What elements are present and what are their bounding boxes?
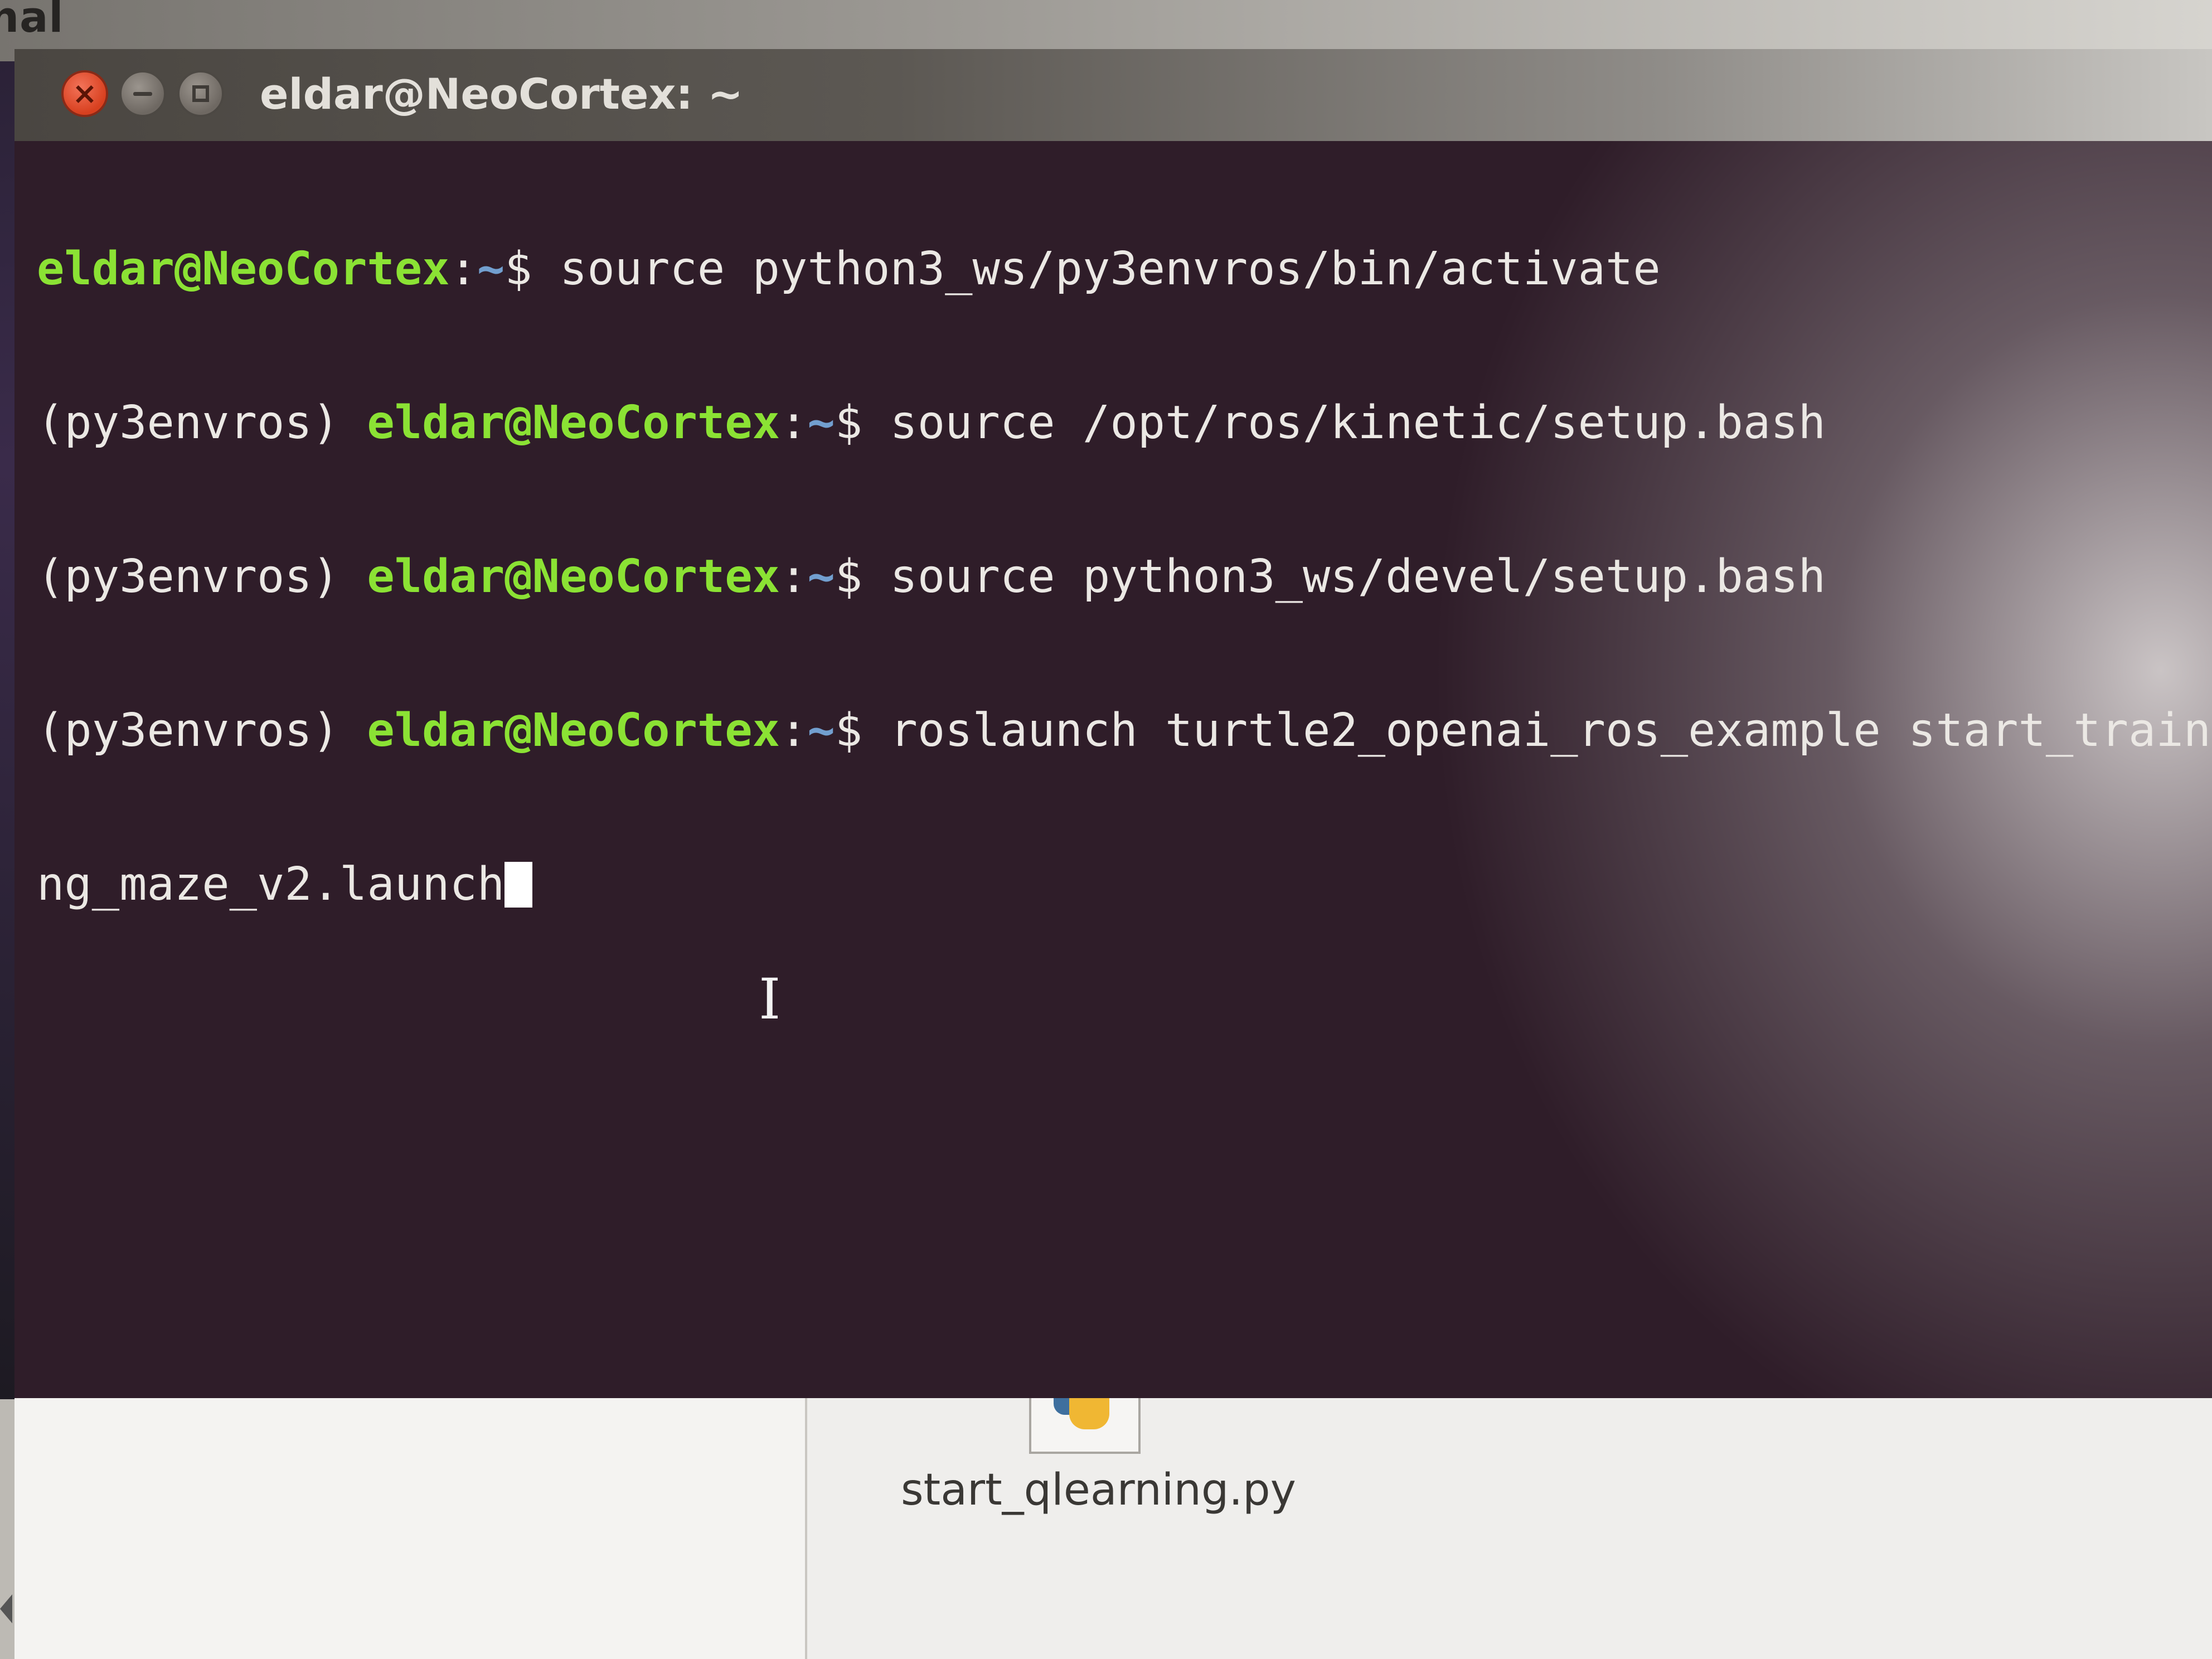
terminal-titlebar[interactable]: × eldar@NeoCortex: ~: [14, 49, 2212, 141]
prompt-sign: $: [835, 550, 863, 603]
prompt-separator: :: [779, 704, 808, 757]
prompt-separator: :: [449, 242, 477, 295]
prompt-path: ~: [807, 396, 835, 449]
prompt-user-host: eldar@NeoCortex: [367, 550, 780, 603]
python-file-icon[interactable]: [1029, 1398, 1141, 1454]
python-logo-yellow: [1069, 1398, 1109, 1429]
minimize-button[interactable]: [119, 70, 166, 117]
launcher-edge[interactable]: [0, 61, 14, 1399]
terminal-line: eldar@NeoCortex:~$ source python3_ws/py3…: [37, 244, 2212, 295]
prompt-path: ~: [807, 704, 835, 757]
terminal-input-line[interactable]: ng_maze_v2.launch: [37, 859, 2212, 910]
terminal-window[interactable]: × eldar@NeoCortex: ~ eldar@NeoCortex:~$ …: [14, 49, 2212, 1398]
terminal-body[interactable]: eldar@NeoCortex:~$ source python3_ws/py3…: [14, 141, 2212, 1398]
venv-prefix: (py3envros): [37, 704, 367, 757]
scroll-left-arrow-icon[interactable]: [0, 1594, 12, 1623]
command-text: source /opt/ros/kinetic/setup.bash: [862, 396, 1826, 449]
maximize-button[interactable]: [177, 70, 224, 117]
file-manager-window[interactable]: start_qlearning.py: [14, 1398, 2212, 1659]
command-text: source python3_ws/devel/setup.bash: [862, 550, 1826, 603]
minimize-icon: [133, 91, 152, 96]
terminal-line: (py3envros) eldar@NeoCortex:~$ source py…: [37, 551, 2212, 603]
maximize-icon: [192, 85, 209, 102]
prompt-sign: $: [835, 396, 863, 449]
venv-prefix: (py3envros): [37, 550, 367, 603]
command-text: roslaunch turtle2_openai_ros_example sta…: [862, 704, 2212, 757]
prompt-sign: $: [505, 242, 532, 295]
close-icon: ×: [72, 76, 98, 111]
command-text: source python3_ws/py3envros/bin/activate: [532, 242, 1661, 295]
prompt-user-host: eldar@NeoCortex: [367, 704, 780, 757]
ibeam-cursor-icon: I: [759, 967, 781, 1032]
wrapped-command-text: ng_maze_v2.launch: [37, 858, 505, 911]
prompt-user-host: eldar@NeoCortex: [367, 396, 780, 449]
prompt-path: ~: [807, 550, 835, 603]
partial-window-title: nal: [0, 0, 64, 42]
terminal-output: eldar@NeoCortex:~$ source python3_ws/py3…: [37, 141, 2212, 1013]
terminal-line: (py3envros) eldar@NeoCortex:~$ source /o…: [37, 397, 2212, 449]
prompt-separator: :: [779, 550, 808, 603]
text-cursor: [505, 862, 533, 908]
prompt-separator: :: [779, 396, 808, 449]
close-button[interactable]: ×: [61, 70, 108, 117]
venv-prefix: (py3envros): [37, 396, 367, 449]
terminal-line: (py3envros) eldar@NeoCortex:~$ roslaunch…: [37, 705, 2212, 756]
prompt-user-host: eldar@NeoCortex: [37, 242, 450, 295]
file-name-label[interactable]: start_qlearning.py: [901, 1465, 1296, 1515]
file-manager-sidebar[interactable]: [14, 1398, 807, 1659]
prompt-path: ~: [477, 242, 505, 295]
prompt-sign: $: [835, 704, 863, 757]
terminal-title: eldar@NeoCortex: ~: [260, 69, 744, 119]
